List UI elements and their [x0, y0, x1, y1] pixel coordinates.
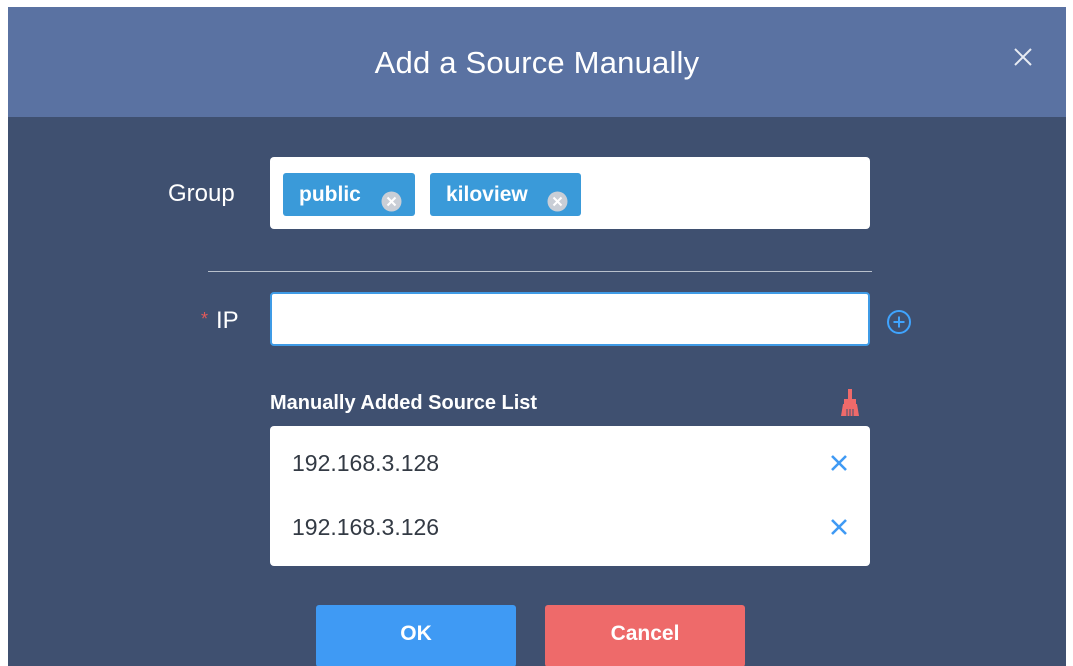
ip-label-text: IP: [216, 307, 239, 334]
group-tag-label: kiloview: [446, 183, 528, 206]
ip-label: * IP: [201, 307, 239, 335]
x-icon[interactable]: [830, 454, 848, 472]
broom-icon[interactable]: [840, 388, 860, 418]
group-tag-kiloview: kiloview: [430, 173, 581, 216]
list-item: 192.168.3.128: [292, 446, 852, 480]
close-icon[interactable]: [1011, 45, 1035, 69]
group-tag-label: public: [299, 183, 361, 206]
cancel-button[interactable]: Cancel: [545, 605, 745, 666]
dialog-header: Add a Source Manually: [8, 7, 1066, 117]
plus-circle-icon[interactable]: [886, 309, 912, 335]
ip-input[interactable]: [270, 292, 870, 346]
source-list: 192.168.3.128 192.168.3.126: [270, 426, 870, 566]
divider: [208, 271, 872, 272]
list-item: 192.168.3.126: [292, 510, 852, 544]
source-ip: 192.168.3.126: [292, 514, 440, 540]
ok-button[interactable]: OK: [316, 605, 516, 666]
dialog-title: Add a Source Manually: [374, 45, 700, 80]
source-ip: 192.168.3.128: [292, 450, 440, 476]
add-source-dialog: Add a Source Manually Group public kilov…: [8, 7, 1066, 666]
required-marker: *: [201, 309, 209, 329]
circle-x-icon[interactable]: [381, 184, 402, 212]
group-label: Group: [168, 180, 235, 207]
source-list-label: Manually Added Source List: [270, 392, 538, 414]
group-select[interactable]: public kiloview: [270, 157, 870, 229]
group-tag-public: public: [283, 173, 415, 216]
x-icon[interactable]: [830, 518, 848, 536]
circle-x-icon[interactable]: [547, 184, 568, 212]
